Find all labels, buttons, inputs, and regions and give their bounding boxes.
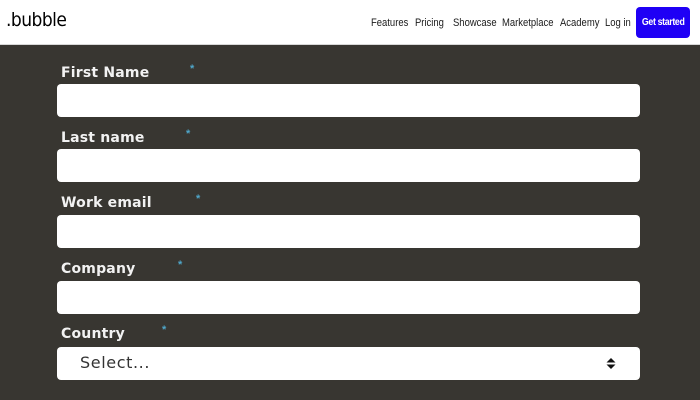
country-select-value: Select... — [80, 353, 151, 372]
work-email-required-marker: * — [196, 193, 201, 205]
nav-link-marketplace[interactable]: Marketplace — [502, 17, 554, 29]
bubble-logo[interactable]: .bubble — [6, 9, 67, 31]
work-email-field[interactable] — [57, 215, 640, 248]
top-navbar: .bubble Features Pricing Showcase Market… — [0, 0, 700, 45]
company-required-marker: * — [178, 259, 183, 271]
first-name-required-marker: * — [190, 63, 195, 75]
work-email-label: Work email — [61, 195, 152, 211]
last-name-field[interactable] — [57, 149, 640, 182]
country-select[interactable]: Select... — [57, 347, 640, 380]
country-label: Country — [61, 326, 125, 342]
first-name-label: First Name — [61, 65, 150, 81]
last-name-required-marker: * — [186, 128, 191, 140]
get-started-button[interactable]: Get started — [636, 7, 690, 38]
first-name-field[interactable] — [57, 84, 640, 117]
company-label: Company — [61, 261, 136, 277]
country-required-marker: * — [162, 324, 167, 336]
nav-link-features[interactable]: Features — [371, 17, 408, 29]
nav-link-pricing[interactable]: Pricing — [415, 17, 444, 29]
get-started-label: Get started — [641, 17, 685, 28]
nav-link-academy[interactable]: Academy — [560, 17, 599, 29]
nav-link-login[interactable]: Log in — [605, 17, 631, 29]
signup-form: First Name * Last name * Work email * Co… — [0, 45, 700, 400]
company-field[interactable] — [57, 281, 640, 314]
nav-link-showcase[interactable]: Showcase — [453, 17, 497, 29]
last-name-label: Last name — [61, 130, 145, 146]
select-arrows-icon — [606, 358, 616, 369]
